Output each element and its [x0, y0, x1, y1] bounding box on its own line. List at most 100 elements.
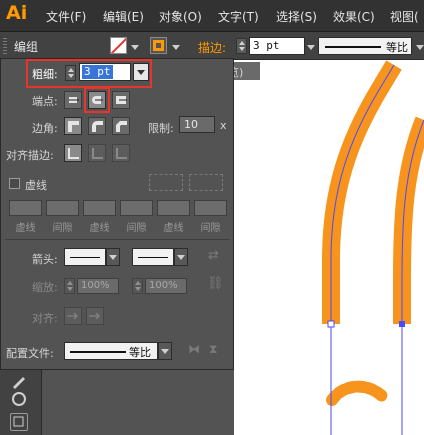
butt-cap-icon[interactable]	[64, 91, 82, 109]
line-icon	[70, 257, 100, 258]
profile-label: 配置文件:	[6, 347, 54, 360]
align-outside-icon[interactable]	[112, 144, 130, 162]
divider	[5, 239, 229, 240]
start-scale-stepper[interactable]	[64, 278, 75, 294]
menu-effect[interactable]: 效果(C)	[333, 8, 375, 25]
profile-line-icon	[325, 46, 381, 48]
artboard-canvas[interactable]	[234, 60, 424, 435]
chevron-down-icon[interactable]	[131, 45, 139, 50]
gap-label: 间隙	[52, 223, 73, 234]
control-bar: 编组 描边: 3 pt 等比	[0, 32, 424, 60]
menu-type[interactable]: 文字(T)	[218, 8, 259, 25]
stroke-panel: 粗细: 3 pt 端点: 边角: 限制: 10 x 对齐描边: 虚线 虚线 间隙…	[0, 58, 234, 370]
flip-along-icon[interactable]: ⧓	[188, 342, 200, 356]
stroke-weight-field[interactable]: 3 pt	[249, 37, 305, 55]
gap-field-3[interactable]	[194, 200, 227, 216]
dash-field-2[interactable]	[83, 200, 116, 216]
chevron-down-icon	[161, 349, 169, 354]
weight-stepper[interactable]	[65, 65, 76, 81]
link-scale-icon[interactable]: ⛓	[207, 276, 224, 291]
dashed-line-label: 虚线	[25, 179, 47, 192]
miter-limit-field[interactable]: 10	[179, 116, 215, 133]
stroke-weight-stepper[interactable]	[236, 38, 247, 54]
align-stroke-label: 对齐描边:	[6, 149, 54, 162]
chevron-down-icon[interactable]	[416, 45, 424, 50]
end-scale-stepper[interactable]	[132, 278, 143, 294]
align-dash-corners-icon[interactable]	[189, 174, 223, 191]
projecting-cap-icon[interactable]	[112, 91, 130, 109]
align-center-icon[interactable]	[64, 144, 82, 162]
none-slash-icon	[111, 38, 126, 53]
gap-label: 间隙	[200, 223, 221, 234]
round-cap-icon[interactable]	[88, 91, 106, 109]
chevron-down-icon	[177, 255, 185, 260]
tools-panel	[0, 370, 42, 435]
profile-value: 等比	[386, 41, 408, 54]
gap-field-1[interactable]	[46, 200, 79, 216]
dash-field-3[interactable]	[157, 200, 190, 216]
menu-select[interactable]: 选择(S)	[276, 8, 317, 25]
weight-dropdown-button[interactable]	[133, 63, 149, 81]
align-inside-icon[interactable]	[88, 144, 106, 162]
scale-label: 缩放:	[32, 281, 58, 294]
profile-dropdown[interactable]: 等比	[64, 342, 158, 360]
line-icon	[138, 257, 168, 258]
chevron-down-icon[interactable]	[172, 45, 180, 50]
menu-file[interactable]: 文件(F)	[46, 8, 86, 25]
chevron-down-icon	[137, 70, 145, 75]
corner-label: 边角:	[32, 122, 58, 135]
gap-label: 间隙	[126, 223, 147, 234]
arrow-tip-place-icon[interactable]	[86, 307, 104, 325]
dash-label: 虚线	[89, 223, 110, 234]
menu-object[interactable]: 对象(O)	[159, 8, 202, 25]
start-arrowhead-dropdown[interactable]	[64, 248, 106, 266]
preserve-dash-icon[interactable]	[149, 174, 183, 191]
end-arrowhead-dropdown[interactable]	[132, 248, 174, 266]
profile-dropdown-arrow[interactable]	[158, 342, 172, 360]
weight-field[interactable]: 3 pt	[79, 63, 131, 81]
profile-dropdown-value: 等比	[129, 346, 151, 359]
flip-across-icon[interactable]: ⧗	[209, 342, 217, 357]
dash-label: 虚线	[163, 223, 184, 234]
swap-arrowheads-icon[interactable]: ⇄	[208, 248, 219, 263]
arrow-align-label: 对齐:	[32, 312, 58, 325]
stroke-color-swatch[interactable]	[150, 37, 167, 54]
menu-edit[interactable]: 编辑(E)	[103, 8, 144, 25]
arrowheads-label: 箭头:	[32, 253, 58, 266]
bevel-join-icon[interactable]	[112, 117, 130, 135]
limit-label: 限制:	[148, 122, 174, 135]
end-arrowhead-arrow[interactable]	[174, 248, 188, 266]
arrow-tip-extend-icon[interactable]	[64, 307, 82, 325]
profile-line-icon	[70, 351, 126, 353]
stroke-link-label[interactable]: 描边:	[198, 39, 226, 56]
stroke-square-icon	[153, 40, 164, 51]
limit-unit: x	[220, 119, 227, 132]
chevron-down-icon	[109, 255, 117, 260]
cap-label: 端点:	[32, 95, 58, 108]
scale-tool-icon[interactable]	[10, 413, 28, 431]
weight-value: 3 pt	[82, 65, 113, 79]
menu-view[interactable]: 视图(	[390, 8, 419, 25]
selection-type-label: 编组	[14, 40, 39, 54]
menu-bar: Ai 文件(F) 编辑(E) 对象(O) 文字(T) 选择(S) 效果(C) 视…	[0, 0, 424, 32]
miter-join-icon[interactable]	[64, 117, 82, 135]
weight-label: 粗细:	[32, 68, 58, 81]
start-scale-field[interactable]: 100%	[77, 278, 119, 294]
end-scale-field[interactable]: 100%	[145, 278, 187, 294]
variable-width-profile-dropdown[interactable]: 等比	[318, 37, 412, 55]
dash-label: 虚线	[15, 223, 36, 234]
round-join-icon[interactable]	[88, 117, 106, 135]
dashed-line-checkbox[interactable]	[9, 178, 20, 189]
gap-field-2[interactable]	[120, 200, 153, 216]
grip-handle[interactable]	[3, 38, 7, 54]
rotate-tool-icon[interactable]	[12, 392, 26, 406]
chevron-down-icon[interactable]	[307, 45, 315, 50]
start-arrowhead-arrow[interactable]	[106, 248, 120, 266]
anchor-point[interactable]	[327, 320, 335, 328]
anchor-point[interactable]	[399, 321, 405, 327]
dash-field-1[interactable]	[9, 200, 42, 216]
artwork-path[interactable]	[234, 60, 424, 435]
app-logo: Ai	[6, 2, 28, 24]
fill-none-swatch[interactable]	[110, 37, 127, 54]
pencil-tool-icon[interactable]	[10, 372, 28, 390]
